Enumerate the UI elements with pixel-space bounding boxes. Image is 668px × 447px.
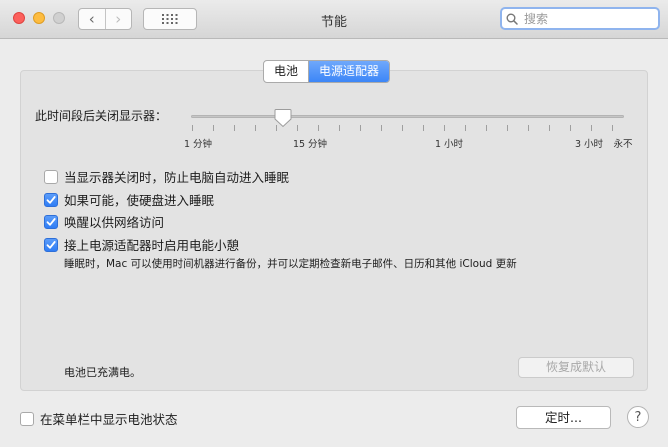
show-battery-status-label: 在菜单栏中显示电池状态 [40,412,178,427]
power-nap-description: 睡眠时，Mac 可以使用时间机器进行备份，并可以定期检查新电子邮件、日历和其他 … [64,258,517,270]
slider-tick [444,125,445,131]
slider-tick [423,125,424,131]
slider-tick [528,125,529,131]
minimize-button[interactable] [33,12,45,24]
slider-tick [213,125,214,131]
slider-tick [381,125,382,131]
slider-tick [192,125,193,131]
option-wake-network[interactable]: 唤醒以供网络访问 [44,212,164,231]
slider-tick [549,125,550,131]
display-sleep-label: 此时间段后关闭显示器： [35,109,168,123]
slider-tick [612,125,613,131]
tab-battery[interactable]: 电池 [264,61,308,82]
slider-tick [402,125,403,131]
tick-label-15-min: 15 分钟 [292,139,328,150]
tab-power-adapter[interactable]: 电源适配器 [308,61,390,82]
checkmark-icon [46,217,56,226]
slider-tick [297,125,298,131]
search-input[interactable] [522,10,646,27]
option-label: 如果可能，使硬盘进入睡眠 [64,193,215,208]
power-source-tabs: 电池 电源适配器 [263,60,391,83]
question-mark-icon: ? [634,409,642,425]
display-sleep-slider-track[interactable] [191,115,624,118]
tick-label-never: 永不 [613,139,633,150]
search-icon [506,13,518,25]
chevron-left-icon: ‹ [88,10,95,28]
slider-tick [255,125,256,131]
zoom-button[interactable] [53,12,65,24]
tick-label-3-hours: 3 小时 [574,139,604,150]
show-battery-status-option[interactable]: 在菜单栏中显示电池状态 [20,409,178,428]
tick-label-1-hour: 1 小时 [434,139,464,150]
back-button[interactable]: ‹ [79,9,105,29]
option-label: 当显示器关闭时，防止电脑自动进入睡眠 [64,170,290,185]
option-label: 接上电源适配器时启用电能小憩 [64,238,240,253]
checkbox-checked[interactable] [44,192,58,207]
slider-tick [465,125,466,131]
slider-tick [360,125,361,131]
title-bar: ‹ › 节能 [0,0,668,39]
option-label: 唤醒以供网络访问 [64,215,165,230]
chevron-right-icon: › [115,10,122,28]
back-forward-group: ‹ › [78,8,132,30]
slider-tick [234,125,235,131]
option-power-nap[interactable]: 接上电源适配器时启用电能小憩 [44,235,239,254]
slider-tick [339,125,340,131]
slider-tick [507,125,508,131]
forward-button[interactable]: › [104,9,132,29]
checkbox-checked[interactable] [44,214,58,229]
slider-tick [318,125,319,131]
battery-status-text: 电池已充满电。 [64,366,141,379]
checkmark-icon [46,195,56,204]
grid-icon [162,14,178,24]
checkbox-unchecked[interactable] [44,169,58,184]
restore-defaults-button[interactable]: 恢复成默认 [518,357,634,378]
schedule-button[interactable]: 定时... [516,406,611,429]
slider-tick [276,125,277,131]
checkmark-icon [46,240,56,249]
search-field[interactable] [500,7,660,30]
tick-label-1-min: 1 分钟 [183,139,213,150]
slider-tick [570,125,571,131]
slider-tick [486,125,487,131]
checkbox-unchecked[interactable] [20,411,34,426]
option-prevent-sleep[interactable]: 当显示器关闭时，防止电脑自动进入睡眠 [44,167,289,186]
help-button[interactable]: ? [627,406,649,428]
show-all-button[interactable] [143,8,197,30]
option-disk-sleep[interactable]: 如果可能，使硬盘进入睡眠 [44,190,214,209]
close-button[interactable] [13,12,25,24]
checkbox-checked[interactable] [44,237,58,252]
slider-tick [591,125,592,131]
